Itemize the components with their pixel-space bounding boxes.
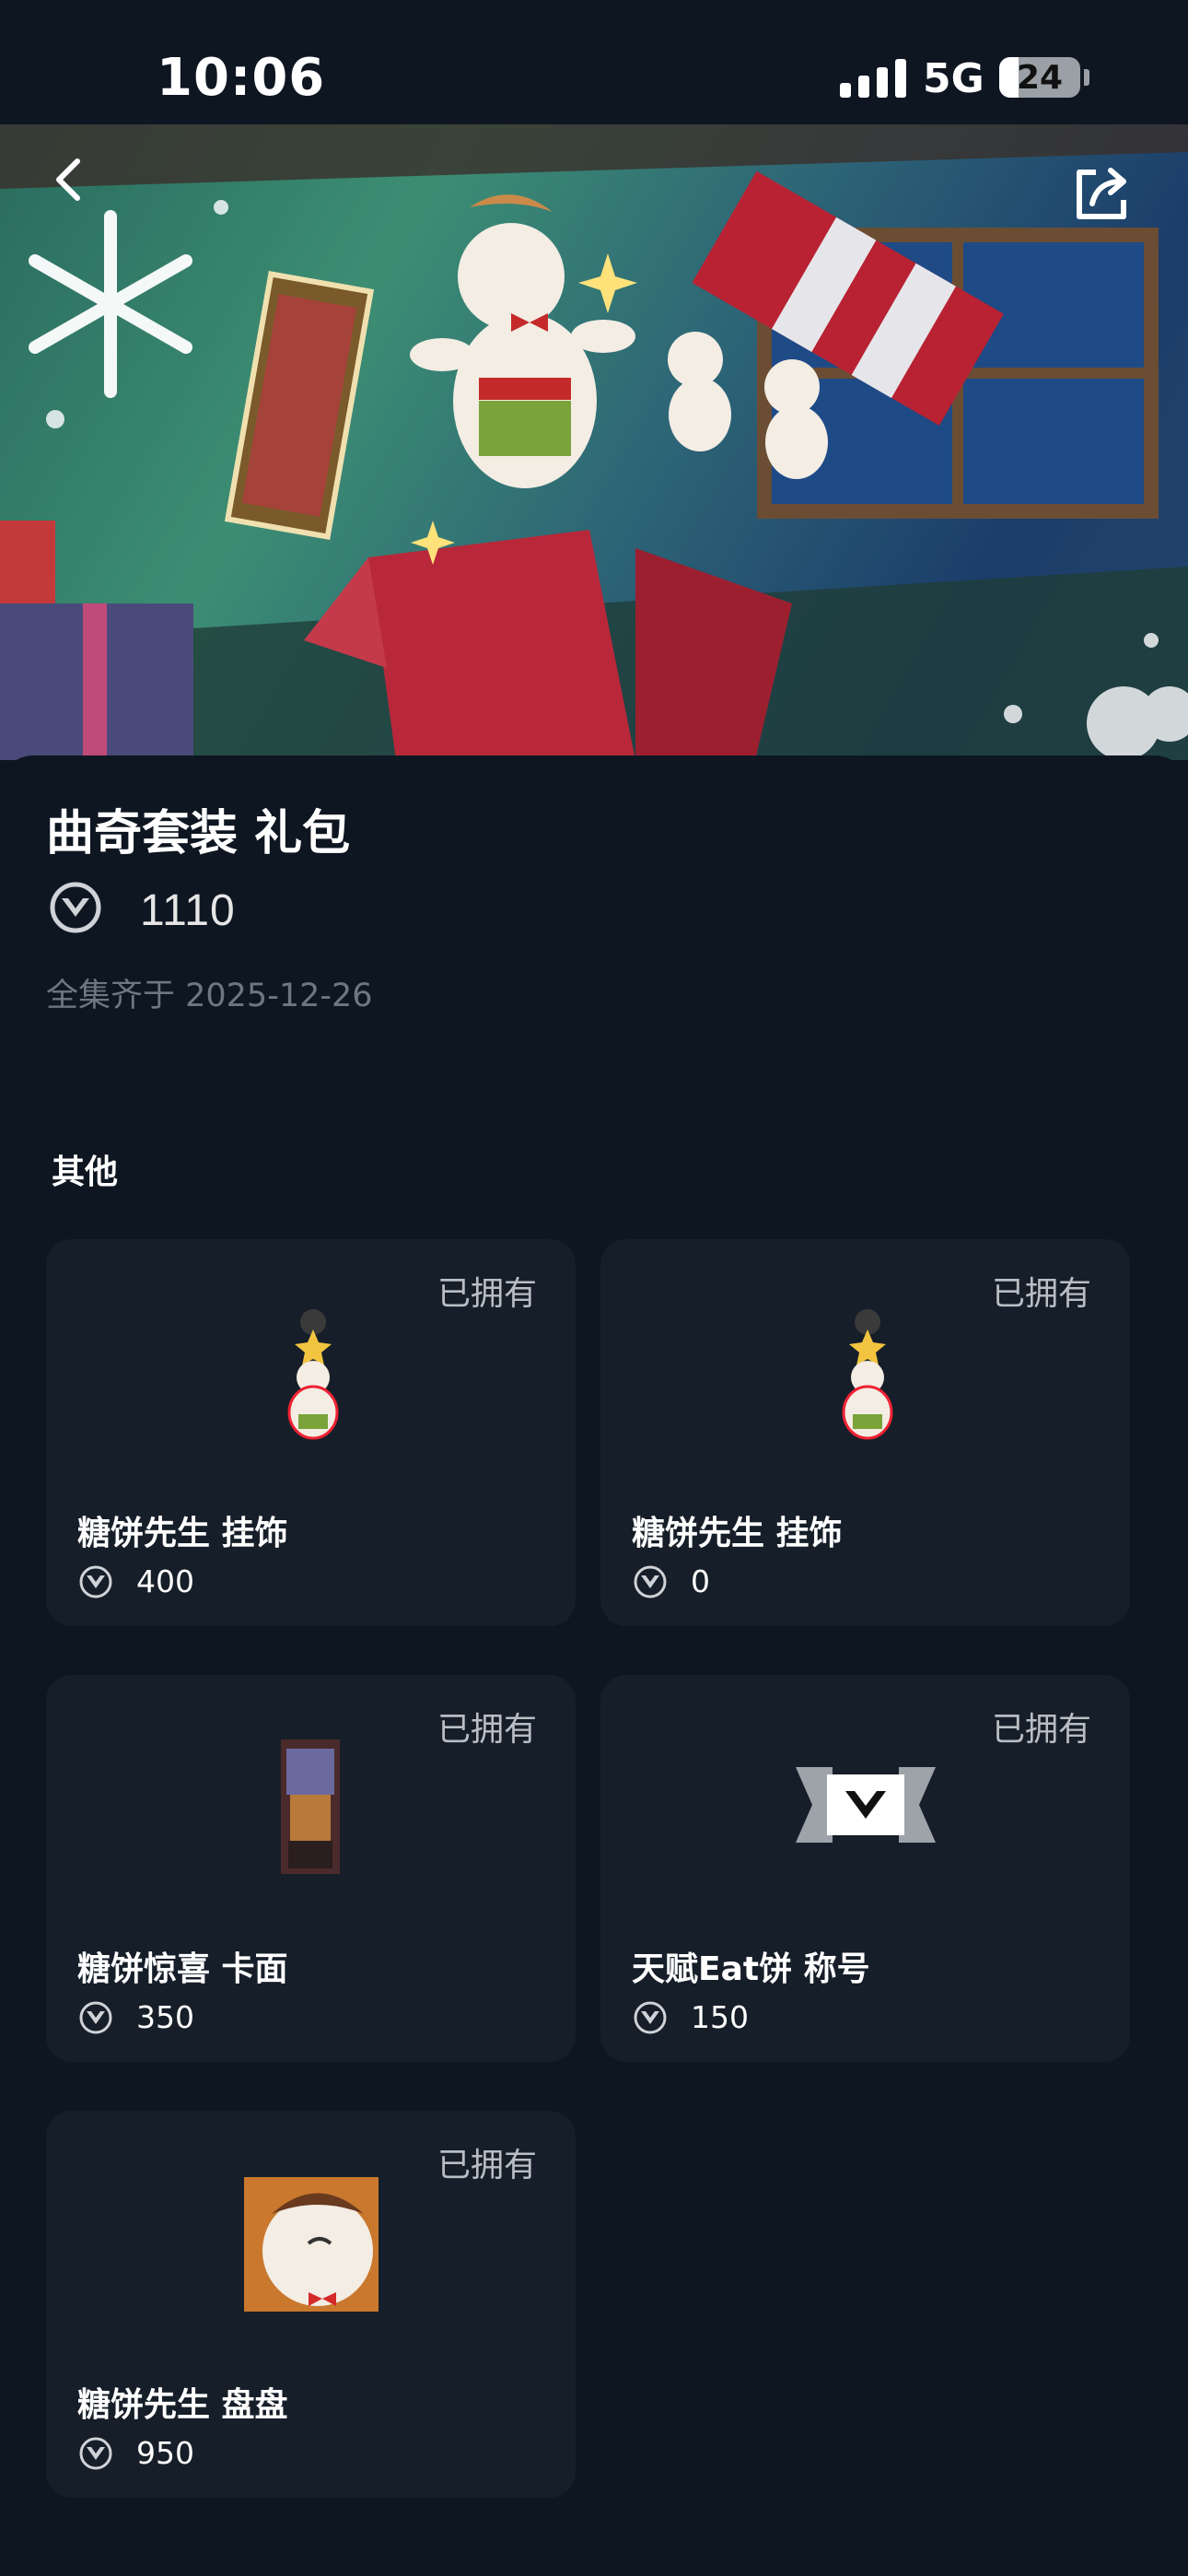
back-button[interactable]: [41, 152, 96, 211]
completion-date: 全集齐于 2025-12-26: [46, 978, 373, 1014]
valorant-points-icon: [79, 1565, 112, 1598]
owned-label: 已拥有: [991, 1711, 1091, 1749]
network-type: 5G: [923, 55, 984, 102]
item-name: 糖饼先生 挂饰: [77, 1515, 288, 1552]
item-price-value: 950: [136, 2435, 194, 2471]
share-button[interactable]: [1068, 161, 1135, 231]
item-card[interactable]: 已拥有 糖饼惊喜 卡面 350: [46, 1675, 576, 2062]
valorant-points-icon: [634, 2001, 667, 2034]
player-card-icon: [281, 1739, 340, 1874]
valorant-points-icon: [79, 2001, 112, 2034]
chevron-left-icon: [56, 158, 80, 201]
hero-illustration: [0, 124, 1188, 760]
owned-label: 已拥有: [437, 2147, 537, 2184]
gingerbread-charm-icon: [842, 1309, 893, 1440]
item-card[interactable]: 已拥有 天赋Eat饼 称号 150: [600, 1675, 1130, 2062]
item-price-value: 0: [691, 1563, 710, 1599]
item-name: 天赋Eat饼 称号: [632, 1950, 870, 1988]
bundle-hero-image: [0, 124, 1188, 760]
item-name: 糖饼先生 挂饰: [632, 1515, 843, 1552]
item-card[interactable]: 已拥有 糖饼先生 挂饰 0: [600, 1239, 1130, 1626]
owned-label: 已拥有: [437, 1275, 537, 1313]
title-badge-icon: [796, 1767, 936, 1843]
battery-icon: 24: [999, 57, 1080, 98]
item-name: 糖饼先生 盘盘: [77, 2386, 288, 2424]
battery-cap: [1084, 69, 1089, 86]
valorant-points-icon: [634, 1565, 667, 1598]
item-price-value: 350: [136, 1999, 194, 2035]
owned-label: 已拥有: [991, 1275, 1091, 1313]
share-icon: [1077, 168, 1126, 219]
owned-label: 已拥有: [437, 1711, 537, 1749]
item-card[interactable]: 已拥有 糖饼先生 挂饰 400: [46, 1239, 576, 1626]
cellular-signal-icon: [840, 57, 906, 98]
clock: 10:06: [157, 48, 326, 108]
item-card[interactable]: 已拥有 糖饼先生 盘盘 950: [46, 2111, 576, 2498]
item-price-value: 400: [136, 1563, 194, 1599]
battery-level: 24: [1016, 59, 1064, 97]
gingerbread-spray-icon: [244, 2177, 379, 2312]
item-name: 糖饼惊喜 卡面: [77, 1950, 288, 1988]
bundle-title: 曲奇套装 礼包: [46, 806, 351, 861]
gingerbread-charm-icon: [287, 1309, 339, 1440]
valorant-points-icon: [50, 882, 101, 933]
item-price-value: 150: [691, 1999, 749, 2035]
bundle-price-value: 1110: [140, 886, 236, 935]
section-title: 其他: [52, 1153, 119, 1191]
status-bar: 10:06 5G 24: [0, 0, 1188, 124]
valorant-points-icon: [79, 2437, 112, 2470]
